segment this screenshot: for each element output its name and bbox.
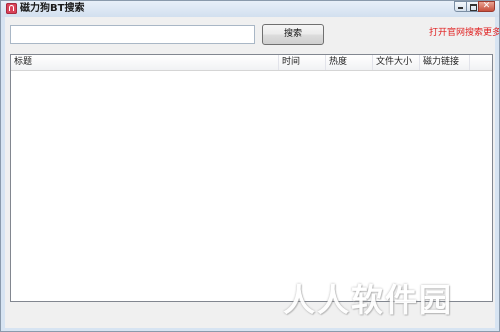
- column-header-magnet[interactable]: 磁力链接: [420, 55, 470, 70]
- window-title: 磁力狗BT搜索: [20, 3, 85, 14]
- window-controls: ✕: [454, 1, 495, 13]
- title-bar[interactable]: 磁力狗BT搜索 ✕: [1, 1, 499, 17]
- column-header-heat[interactable]: 热度: [326, 55, 373, 70]
- column-header-time[interactable]: 时间: [279, 55, 326, 70]
- open-website-link[interactable]: 打开官网搜索更多: [429, 28, 499, 39]
- search-button[interactable]: 搜索: [262, 24, 324, 45]
- results-list[interactable]: 标题 时间 热度 文件大小 磁力链接: [10, 54, 493, 302]
- results-header: 标题 时间 热度 文件大小 磁力链接: [11, 55, 492, 71]
- search-input[interactable]: [10, 25, 255, 44]
- close-button[interactable]: ✕: [478, 1, 495, 12]
- column-header-size[interactable]: 文件大小: [373, 55, 420, 70]
- maximize-icon: [470, 4, 477, 11]
- watermark: 人人软件园: [283, 281, 454, 319]
- column-header-title[interactable]: 标题: [11, 55, 279, 70]
- minimize-icon: [458, 7, 463, 9]
- magnet-app-icon: [6, 3, 17, 14]
- app-window: 磁力狗BT搜索 ✕ 搜索 打开官网搜索更多 标题 时间 热度 文件大小 磁力链接…: [0, 0, 500, 332]
- close-icon: ✕: [482, 1, 491, 11]
